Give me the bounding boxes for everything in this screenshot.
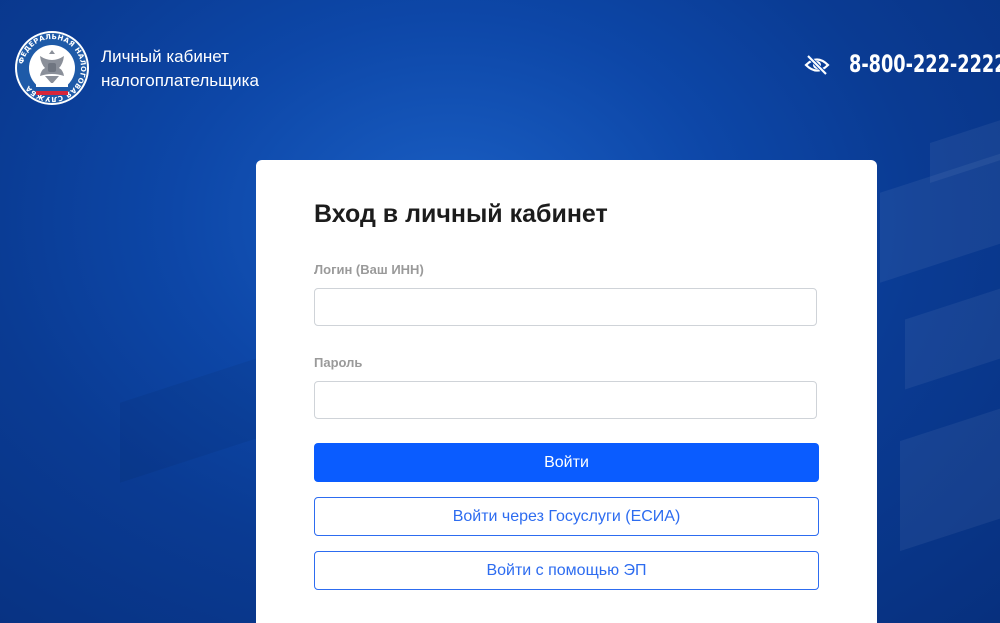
ep-login-button[interactable]: Войти с помощью ЭП — [314, 551, 819, 590]
hotline-phone[interactable]: 8-800-222-2222 — [849, 50, 1000, 78]
site-header: ФЕДЕРАЛЬНАЯ НАЛОГОВАЯ СЛУЖБА Личный каби… — [0, 0, 1000, 130]
login-button[interactable]: Войти — [314, 443, 819, 482]
site-title-line1: Личный кабинет — [101, 47, 229, 66]
site-title-line2: налогоплательщика — [101, 71, 259, 90]
gosuslugi-login-button[interactable]: Войти через Госуслуги (ЕСИА) — [314, 497, 819, 536]
page-title: Вход в личный кабинет — [314, 200, 608, 228]
password-label: Пароль — [314, 355, 363, 370]
login-input[interactable] — [314, 288, 817, 326]
login-label: Логин (Ваш ИНН) — [314, 262, 424, 277]
low-vision-icon[interactable] — [804, 54, 830, 76]
password-input[interactable] — [314, 381, 817, 419]
site-title[interactable]: Личный кабинет налогоплательщика — [101, 45, 259, 93]
fns-logo[interactable]: ФЕДЕРАЛЬНАЯ НАЛОГОВАЯ СЛУЖБА — [14, 30, 90, 106]
login-card: Вход в личный кабинет Логин (Ваш ИНН) Па… — [256, 160, 877, 623]
